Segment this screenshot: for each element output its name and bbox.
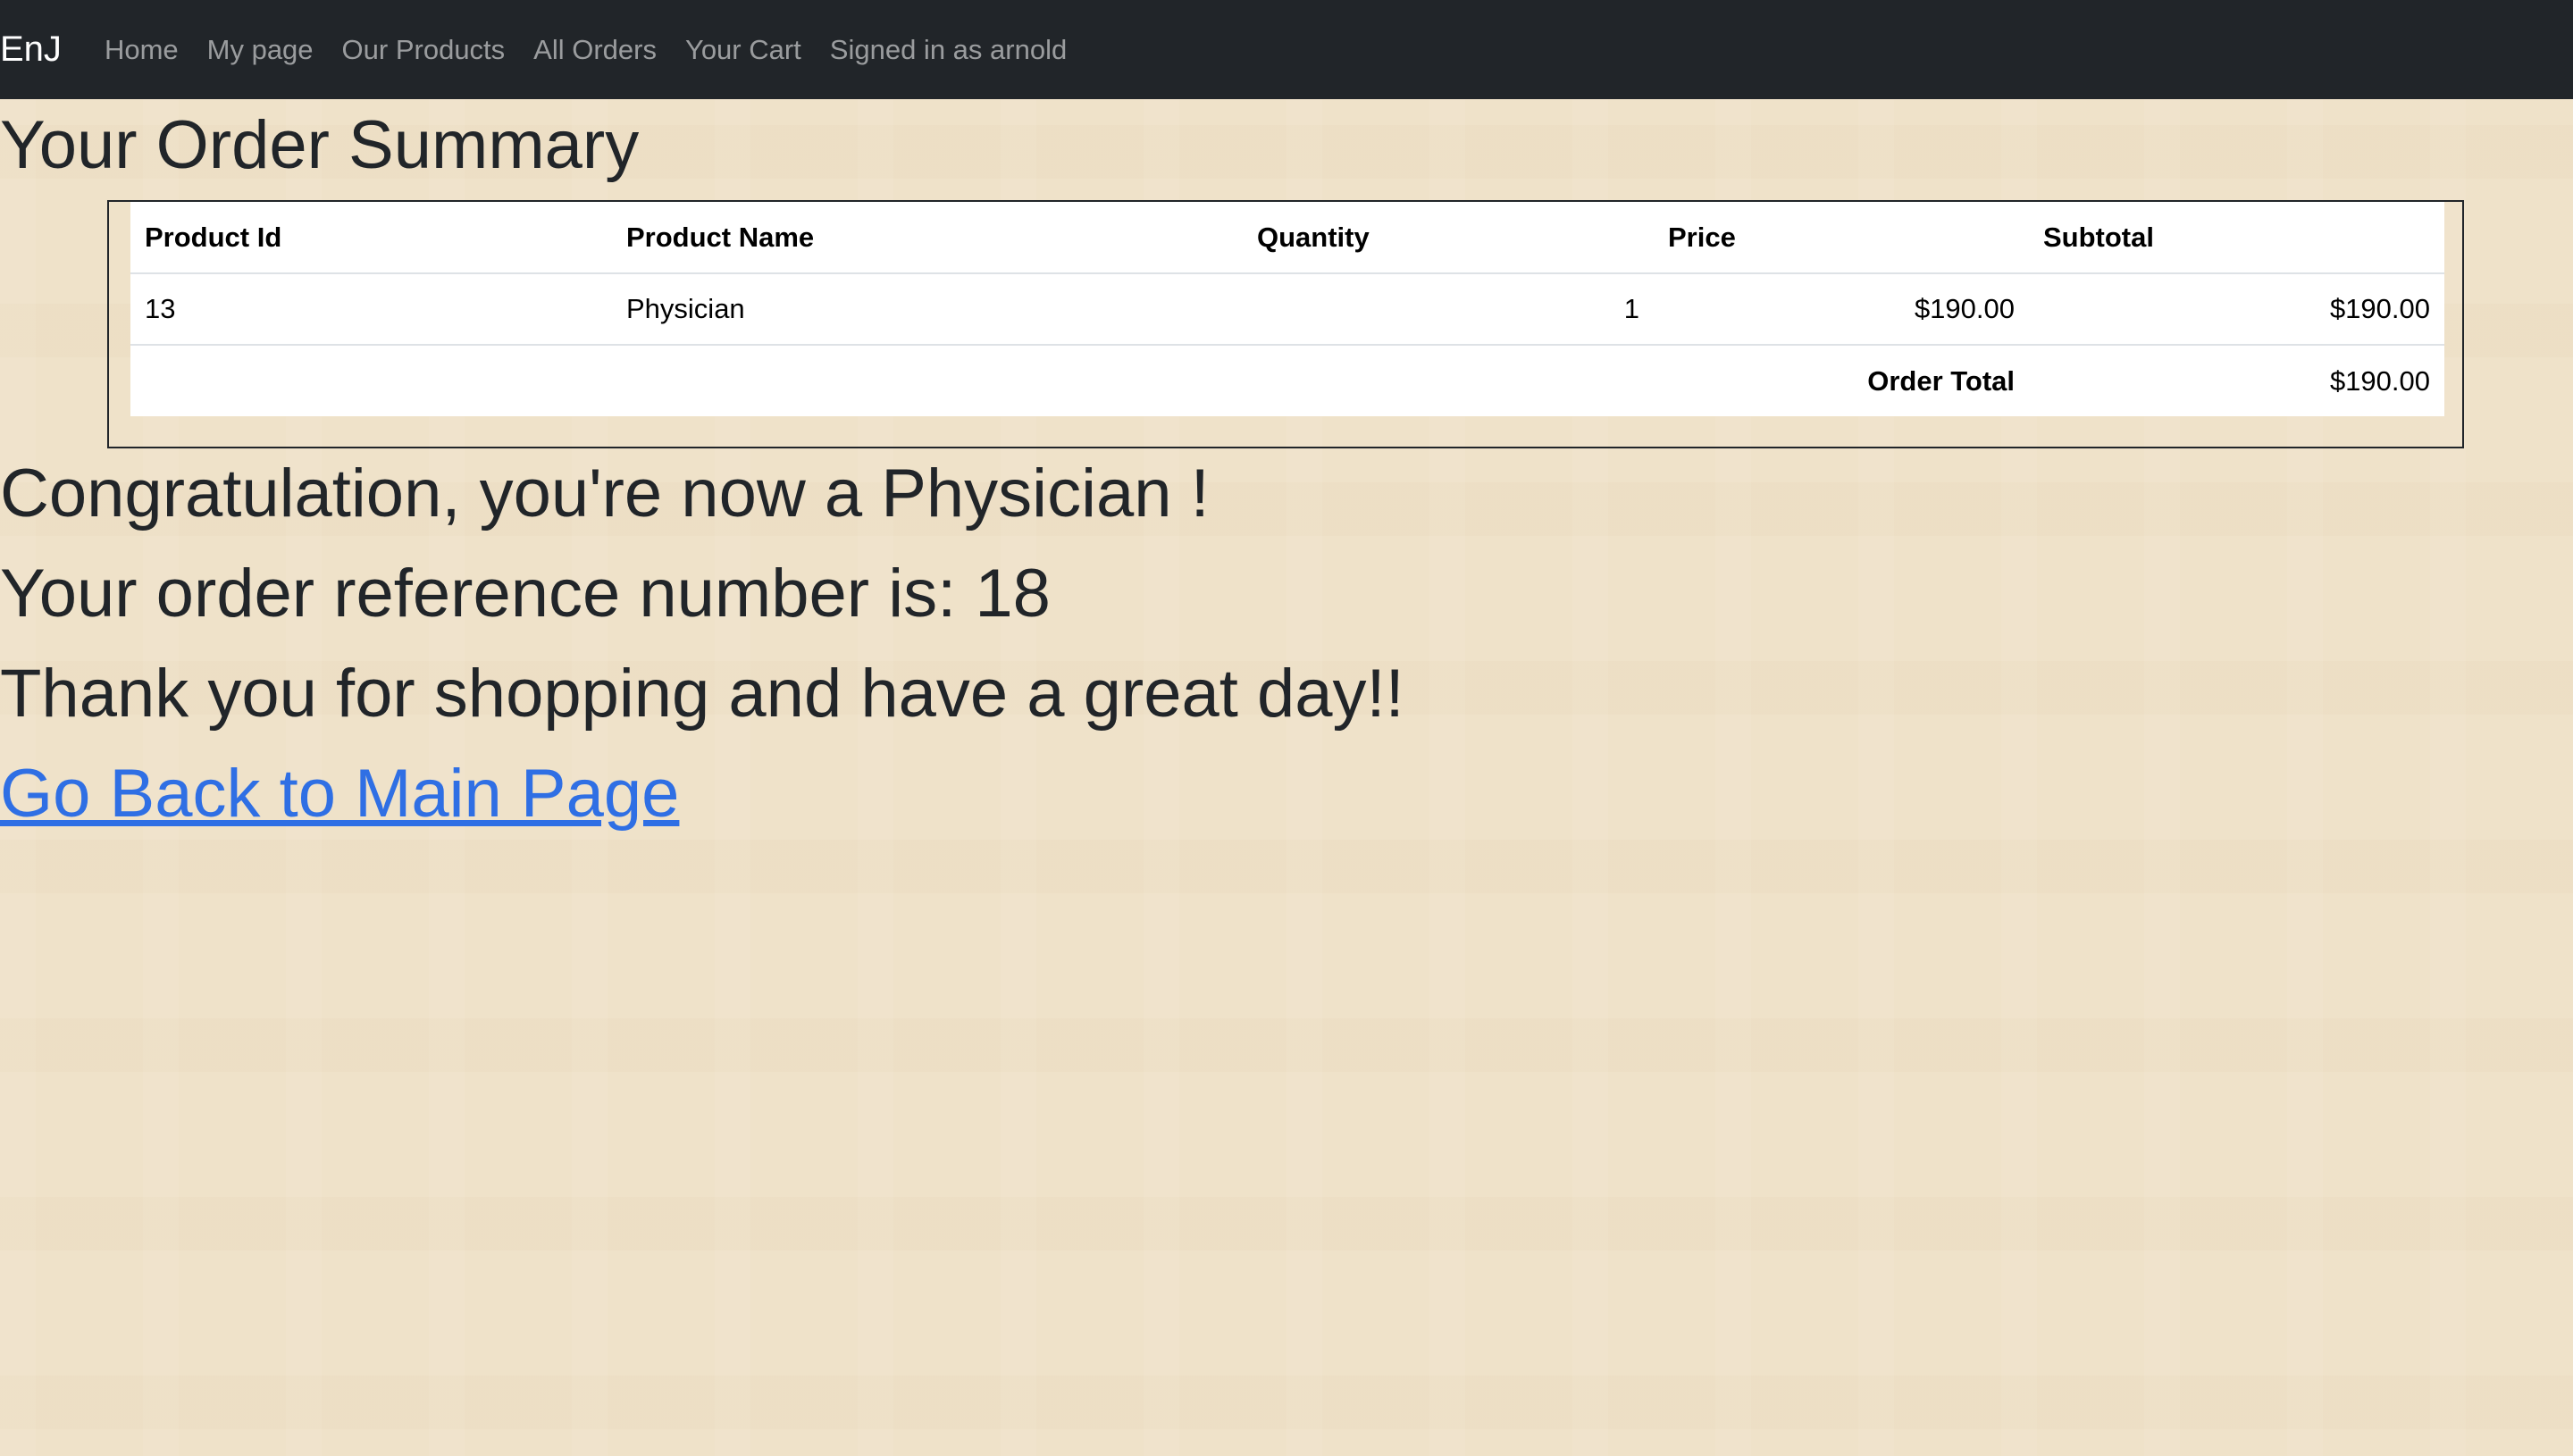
brand-logo[interactable]: EnJ [0,29,62,70]
order-total-row: Order Total $190.00 [130,345,2444,416]
top-navbar: EnJ Home My page Our Products All Orders… [0,0,2573,99]
header-product-name: Product Name [612,202,1243,274]
cell-price: $190.00 [1654,273,2029,346]
nav-all-orders[interactable]: All Orders [533,34,657,66]
header-product-id: Product Id [130,202,612,274]
nav-our-products[interactable]: Our Products [342,34,506,66]
nav-signed-in-user[interactable]: Signed in as arnold [830,34,1067,66]
order-summary-container: Product Id Product Name Quantity Price S… [107,200,2464,448]
order-reference-message: Your order reference number is: 18 [0,556,1051,632]
page-title: Your Order Summary [0,107,640,183]
thank-you-message: Thank you for shopping and have a great … [0,656,1404,732]
cell-quantity: 1 [1243,273,1654,346]
cell-product-id: 13 [130,273,612,346]
congratulation-message: Congratulation, you're now a Physician ! [0,456,1210,531]
nav-my-page[interactable]: My page [207,34,314,66]
order-summary-table: Product Id Product Name Quantity Price S… [130,202,2444,416]
order-total-value: $190.00 [2329,364,2430,397]
nav-your-cart[interactable]: Your Cart [685,34,801,66]
nav-home[interactable]: Home [105,34,179,66]
table-row: 13 Physician 1 $190.00 $190.00 [130,273,2444,346]
table-header-row: Product Id Product Name Quantity Price S… [130,202,2444,274]
header-subtotal: Subtotal [2029,202,2444,274]
header-quantity: Quantity [1243,202,1654,274]
order-total-label: Order Total [1867,364,2015,397]
cell-subtotal: $190.00 [2029,273,2444,346]
back-to-main-link[interactable]: Go Back to Main Page [0,754,679,834]
cell-product-name: Physician [612,273,1243,346]
header-price: Price [1654,202,2029,274]
